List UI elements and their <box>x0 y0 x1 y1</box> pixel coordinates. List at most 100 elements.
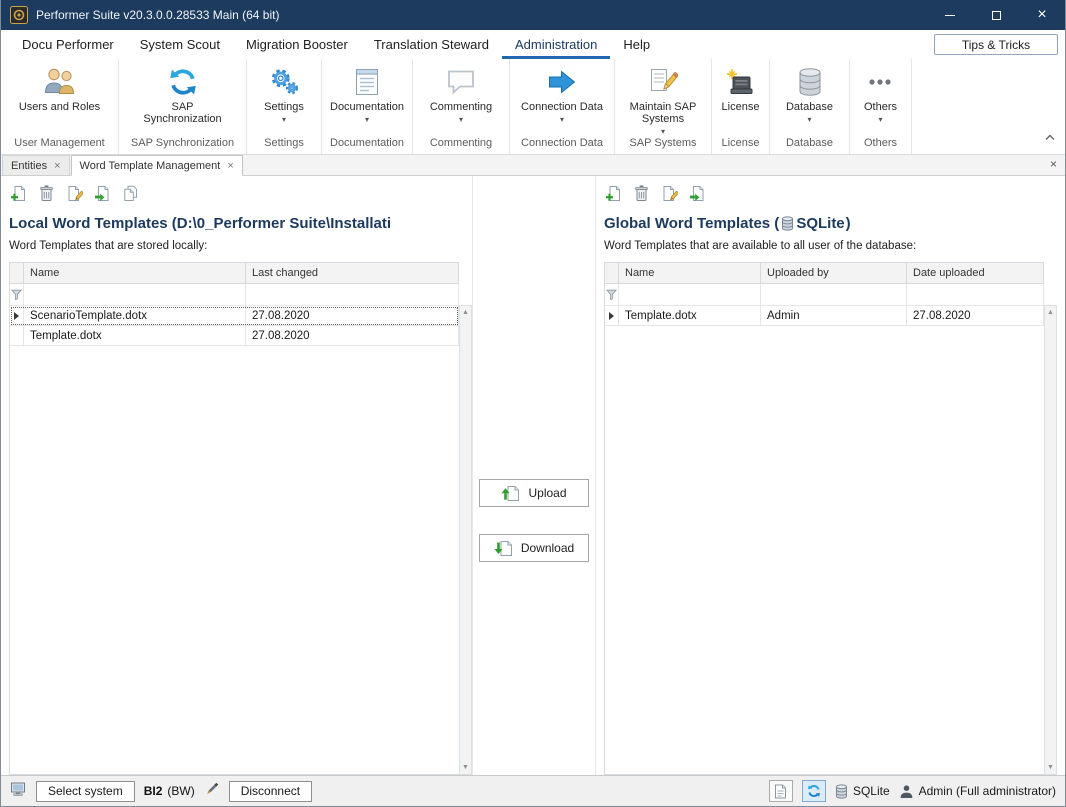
license-button[interactable]: License <box>719 64 763 115</box>
ribbon-button-label: Commenting <box>430 101 492 113</box>
filter-cell[interactable] <box>907 284 1044 306</box>
local-delete-template-button[interactable] <box>37 184 56 203</box>
chevron-up-icon <box>1045 134 1055 141</box>
disconnect-button[interactable]: Disconnect <box>229 781 312 802</box>
grid-filter-row <box>10 284 459 306</box>
maximize-button[interactable] <box>973 0 1019 30</box>
download-button[interactable]: Download <box>479 534 589 562</box>
settings-button[interactable]: Settings ▾ <box>261 64 307 125</box>
minimize-button[interactable] <box>927 0 973 30</box>
user-label: Admin (Full administrator) <box>919 784 1056 798</box>
grid-empty-area <box>10 346 459 774</box>
add-template-icon <box>605 185 622 202</box>
checkout-template-icon <box>689 185 706 202</box>
users-and-roles-button[interactable]: Users and Roles <box>16 64 103 115</box>
maintain-sap-systems-button[interactable]: Maintain SAP Systems ▾ <box>616 64 710 137</box>
others-button[interactable]: Others ▾ <box>861 64 900 125</box>
scroll-down-icon[interactable]: ▼ <box>1047 764 1054 771</box>
menu-migration-booster[interactable]: Migration Booster <box>233 30 361 59</box>
menu-translation-steward[interactable]: Translation Steward <box>361 30 502 59</box>
global-rename-template-button[interactable] <box>660 184 679 203</box>
license-icon <box>725 66 755 98</box>
column-header-name[interactable]: Name <box>24 263 246 284</box>
ribbon-button-label: Connection Data <box>521 101 603 113</box>
local-copy-template-button[interactable] <box>121 184 140 203</box>
template-row[interactable]: Template.dotx Admin 27.08.2020 <box>605 306 1044 326</box>
status-bar: Select system BI2 (BW) Disconnect SQLite… <box>1 775 1065 806</box>
local-rename-template-button[interactable] <box>65 184 84 203</box>
documentation-button[interactable]: Documentation ▾ <box>327 64 407 125</box>
commenting-button[interactable]: Commenting ▾ <box>427 64 495 125</box>
template-row[interactable]: ScenarioTemplate.dotx 27.08.2020 <box>10 306 459 326</box>
sap-synchronization-button[interactable]: SAP Synchronization <box>136 64 230 127</box>
report-button[interactable] <box>769 780 793 802</box>
global-add-template-button[interactable] <box>604 184 623 203</box>
database-button[interactable]: Database ▾ <box>783 64 836 125</box>
column-header-last-changed[interactable]: Last changed <box>246 263 459 284</box>
scroll-down-icon[interactable]: ▼ <box>462 764 469 771</box>
ribbon-collapse-button[interactable] <box>1045 128 1055 146</box>
column-header-date-uploaded[interactable]: Date uploaded <box>907 263 1044 284</box>
rename-template-icon <box>66 185 83 202</box>
filter-icon <box>606 289 617 300</box>
ribbon-group-label: Database <box>770 137 849 154</box>
row-indicator-cell <box>10 306 24 326</box>
database-label: SQLite <box>853 784 890 798</box>
tips-tricks-button[interactable]: Tips & Tricks <box>934 34 1058 55</box>
filter-cell[interactable] <box>761 284 907 306</box>
users-icon <box>43 66 76 98</box>
global-templates-panel: Global Word Templates (SQLite) Word Temp… <box>596 176 1065 775</box>
local-add-template-button[interactable] <box>9 184 28 203</box>
ribbon-button-label: Users and Roles <box>19 101 100 113</box>
menu-system-scout[interactable]: System Scout <box>127 30 233 59</box>
global-panel-title: Global Word Templates (SQLite) <box>604 204 1057 234</box>
tab-entities[interactable]: Entities × <box>2 155 70 175</box>
close-icon[interactable]: × <box>1050 158 1057 170</box>
ribbon-group-label: SAP Synchronization <box>119 137 246 154</box>
upload-button[interactable]: Upload <box>479 479 589 507</box>
rename-template-icon <box>661 185 678 202</box>
scroll-up-icon[interactable]: ▲ <box>1047 309 1054 316</box>
sync-button[interactable] <box>802 780 826 802</box>
chevron-down-icon: ▾ <box>560 116 564 123</box>
global-checkout-template-button[interactable] <box>688 184 707 203</box>
menu-help[interactable]: Help <box>610 30 663 59</box>
filter-cell[interactable] <box>619 284 761 306</box>
close-icon[interactable]: × <box>227 161 233 171</box>
close-icon[interactable]: × <box>54 161 60 171</box>
local-templates-grid: Name Last changed ScenarioTemplate.dotx <box>9 262 459 775</box>
menu-docu-performer[interactable]: Docu Performer <box>9 30 127 59</box>
filter-cell[interactable] <box>24 284 246 306</box>
ribbon-group-connection-data: Connection Data ▾ Connection Data <box>510 59 615 154</box>
tab-word-template-management[interactable]: Word Template Management × <box>71 155 243 176</box>
download-label: Download <box>521 541 574 555</box>
vertical-scrollbar[interactable]: ▲ ▼ <box>459 305 472 775</box>
cell-uploaded-by: Admin <box>761 306 907 326</box>
others-icon <box>867 66 893 98</box>
cell-name: Template.dotx <box>24 326 246 346</box>
close-icon: × <box>1037 7 1046 23</box>
global-toolbar <box>604 176 1057 204</box>
menu-administration[interactable]: Administration <box>502 30 610 59</box>
system-icon <box>10 781 27 802</box>
transfer-column: Upload Download <box>472 176 596 775</box>
filter-icon-cell <box>605 284 619 306</box>
vertical-scrollbar[interactable]: ▲ ▼ <box>1044 305 1057 775</box>
filter-cell[interactable] <box>246 284 459 306</box>
select-system-button[interactable]: Select system <box>36 781 135 802</box>
column-header-name[interactable]: Name <box>619 263 761 284</box>
column-header-uploaded-by[interactable]: Uploaded by <box>761 263 907 284</box>
ribbon-group-label: SAP Systems <box>615 137 711 154</box>
close-button[interactable]: × <box>1019 0 1065 30</box>
ribbon-group-settings: Settings ▾ Settings <box>247 59 322 154</box>
local-checkout-template-button[interactable] <box>93 184 112 203</box>
pen-icon <box>204 781 220 802</box>
chevron-down-icon: ▾ <box>282 116 286 123</box>
template-row[interactable]: Template.dotx 27.08.2020 <box>10 326 459 346</box>
ribbon-filler <box>912 59 1065 154</box>
cell-name: ScenarioTemplate.dotx <box>24 306 246 326</box>
app-window: Performer Suite v20.3.0.0.28533 Main (64… <box>0 0 1066 807</box>
scroll-up-icon[interactable]: ▲ <box>462 309 469 316</box>
connection-data-button[interactable]: Connection Data ▾ <box>518 64 606 125</box>
global-delete-template-button[interactable] <box>632 184 651 203</box>
